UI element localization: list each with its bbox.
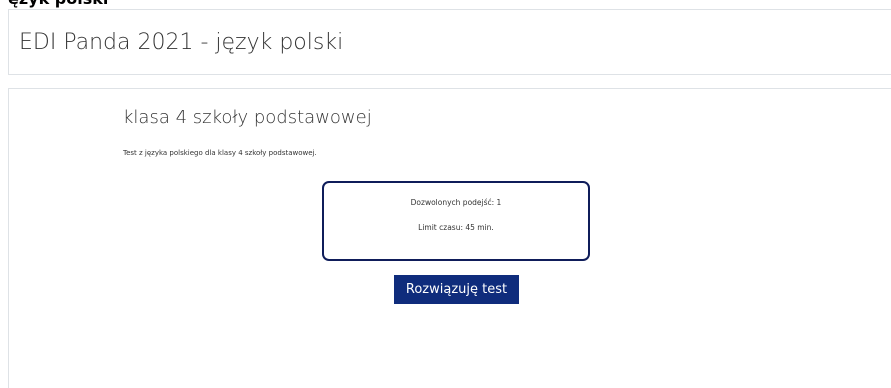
start-quiz-button[interactable]: Rozwiązuję test bbox=[394, 275, 519, 304]
quiz-content: klasa 4 szkoły podstawowej Test z języka… bbox=[8, 88, 891, 388]
page-header: EDI Panda 2021 - język polski bbox=[8, 9, 891, 75]
quiz-info-box: Dozwolonych podejść: 1 Limit czasu: 45 m… bbox=[322, 181, 590, 261]
cropped-breadcrumb-text: ęzyk polski bbox=[8, 0, 108, 8]
quiz-name: klasa 4 szkoły podstawowej bbox=[123, 107, 372, 128]
attempts-allowed: Dozwolonych podejść: 1 bbox=[410, 198, 502, 207]
page-title: EDI Panda 2021 - język polski bbox=[19, 30, 344, 55]
time-limit: Limit czasu: 45 min. bbox=[418, 223, 494, 232]
quiz-intro: Test z języka polskiego dla klasy 4 szko… bbox=[123, 149, 317, 157]
